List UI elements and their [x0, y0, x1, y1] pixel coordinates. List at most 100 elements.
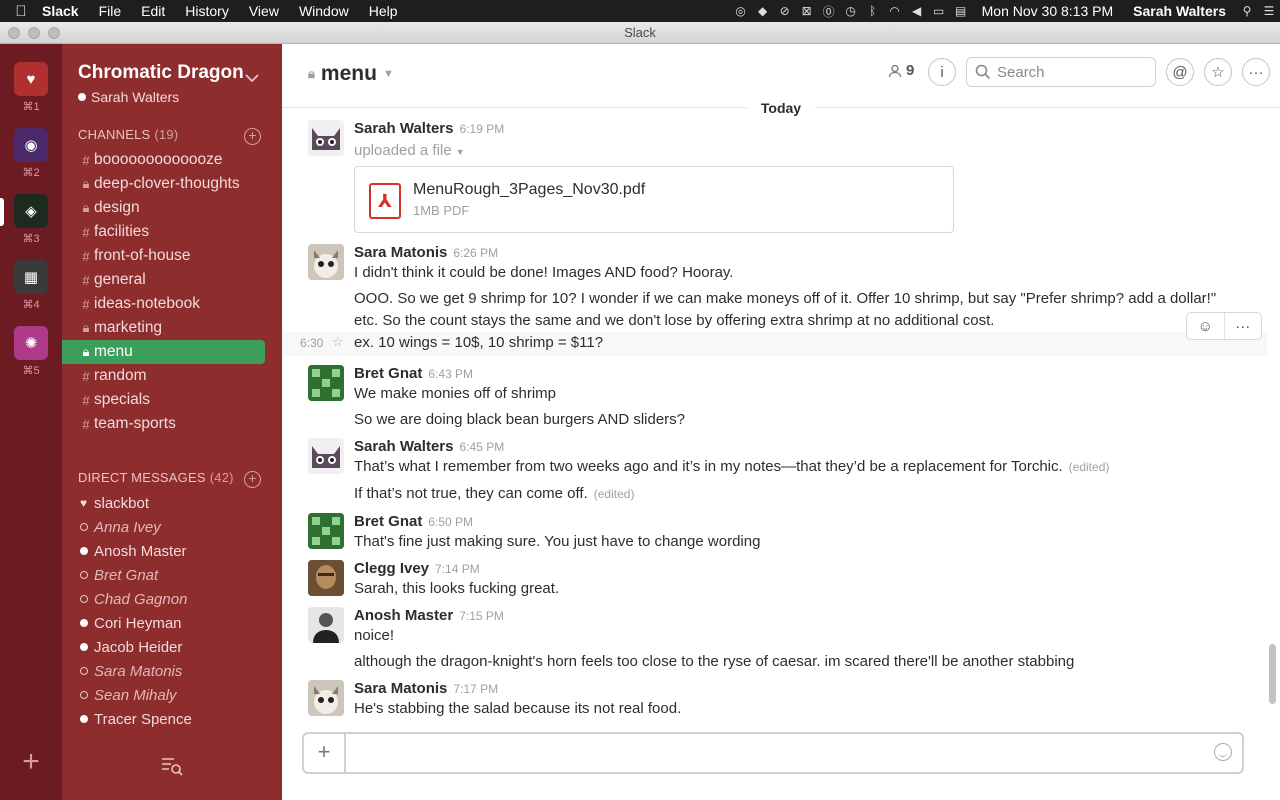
- file-name[interactable]: MenuRough_3Pages_Nov30.pdf: [413, 181, 645, 199]
- menu-help[interactable]: Help: [359, 0, 408, 22]
- dm-item[interactable]: Sara Matonis: [62, 659, 282, 683]
- channel-item[interactable]: # front-of-house: [62, 244, 282, 268]
- dm-item[interactable]: Sean Mihaly: [62, 683, 282, 707]
- team-2[interactable]: ◉ ⌘2: [14, 128, 48, 179]
- menubar-user[interactable]: Sarah Walters: [1123, 3, 1236, 19]
- add-channel-button[interactable]: +: [244, 128, 261, 145]
- star-icon[interactable]: ☆: [332, 334, 344, 350]
- channel-item[interactable]: # random: [62, 364, 282, 388]
- message-timestamp[interactable]: 7:14 PM: [435, 562, 480, 576]
- channel-title[interactable]: 🔒︎ menu ▼: [308, 62, 394, 86]
- team-name[interactable]: Chromatic Dragon: [78, 62, 244, 84]
- message-timestamp[interactable]: 6:45 PM: [460, 440, 505, 454]
- message-author[interactable]: Sara Matonis 6:26 PM: [354, 244, 498, 261]
- chevron-down-icon[interactable]: [244, 70, 260, 86]
- channel-item[interactable]: # facilities: [62, 220, 282, 244]
- menu-window[interactable]: Window: [289, 0, 359, 22]
- dm-item[interactable]: Anosh Master: [62, 539, 282, 563]
- info-icon[interactable]: i: [928, 58, 956, 86]
- current-user[interactable]: Sarah Walters: [78, 89, 179, 105]
- avatar[interactable]: [308, 120, 344, 156]
- avatar[interactable]: [308, 607, 344, 643]
- channels-header[interactable]: CHANNELS (19): [78, 127, 178, 142]
- tool-icon[interactable]: ⊠: [796, 0, 818, 22]
- channel-item[interactable]: # specials: [62, 388, 282, 412]
- team-5[interactable]: ✺ ⌘5: [14, 326, 48, 377]
- avatar[interactable]: [308, 680, 344, 716]
- dm-item[interactable]: Tracer Spence: [62, 707, 282, 731]
- message-timestamp[interactable]: 6:26 PM: [453, 246, 498, 260]
- avatar[interactable]: [308, 513, 344, 549]
- channel-item[interactable]: 🔒︎ marketing: [62, 316, 282, 340]
- add-dm-button[interactable]: +: [244, 471, 261, 488]
- mentions-icon[interactable]: @: [1166, 58, 1194, 86]
- menu-app[interactable]: Slack: [42, 0, 89, 22]
- dm-item[interactable]: Anna Ivey: [62, 515, 282, 539]
- member-count-button[interactable]: 9: [888, 62, 914, 79]
- scrollbar-thumb[interactable]: [1269, 644, 1276, 704]
- message-timestamp[interactable]: 7:17 PM: [453, 682, 498, 696]
- message-author[interactable]: Sara Matonis 7:17 PM: [354, 680, 498, 697]
- channel-item[interactable]: 🔒︎ deep-clover-thoughts: [62, 172, 282, 196]
- more-icon[interactable]: ···: [1242, 58, 1270, 86]
- dm-item[interactable]: Bret Gnat: [62, 563, 282, 587]
- avatar[interactable]: [308, 438, 344, 474]
- more-actions-icon[interactable]: ···: [1223, 313, 1262, 339]
- minimize-window-button[interactable]: [28, 27, 40, 39]
- team-3[interactable]: ◈ ⌘3: [14, 194, 48, 245]
- dm-item[interactable]: ♥ slackbot: [62, 491, 282, 515]
- message-timestamp[interactable]: 6:50 PM: [428, 515, 473, 529]
- channel-item[interactable]: # ideas-notebook: [62, 292, 282, 316]
- add-team-button[interactable]: +: [18, 747, 44, 777]
- search-input[interactable]: [997, 63, 1147, 81]
- menu-file[interactable]: File: [89, 0, 132, 22]
- menu-edit[interactable]: Edit: [131, 0, 175, 22]
- message-timestamp[interactable]: 6:43 PM: [428, 367, 473, 381]
- attach-plus-button[interactable]: +: [304, 734, 346, 772]
- message-timestamp[interactable]: 6:30: [300, 336, 323, 350]
- message-hover-row[interactable]: 6:30 ☆ ex. 10 wings = 10$, 10 shrimp = $…: [282, 332, 1267, 356]
- file-attachment[interactable]: ⅄ MenuRough_3Pages_Nov30.pdf 1MB PDF: [354, 166, 954, 233]
- team-4[interactable]: ▦ ⌘4: [14, 260, 48, 311]
- message-timestamp[interactable]: 6:19 PM: [460, 122, 505, 136]
- emoji-icon[interactable]: [1214, 743, 1232, 761]
- volume-icon[interactable]: ◀: [906, 0, 928, 22]
- menu-view[interactable]: View: [239, 0, 289, 22]
- dropbox-icon[interactable]: ◆: [752, 0, 774, 22]
- message-author[interactable]: Sarah Walters 6:19 PM: [354, 120, 504, 137]
- dm-item[interactable]: Chad Gagnon: [62, 587, 282, 611]
- do-not-disturb-icon[interactable]: ⊘: [774, 0, 796, 22]
- message-author[interactable]: Clegg Ivey 7:14 PM: [354, 560, 480, 577]
- message-timestamp[interactable]: 7:15 PM: [459, 609, 504, 623]
- dm-header[interactable]: DIRECT MESSAGES (42): [78, 470, 234, 485]
- search-box[interactable]: [966, 57, 1156, 87]
- bluetooth-icon[interactable]: ᛒ: [862, 0, 884, 22]
- battery-icon[interactable]: ▭: [928, 0, 950, 22]
- close-window-button[interactable]: [8, 27, 20, 39]
- spotlight-icon[interactable]: ⚲: [1236, 0, 1258, 22]
- wifi-icon[interactable]: ◠: [884, 0, 906, 22]
- channel-item[interactable]: # booooooooooooze: [62, 148, 282, 172]
- message-author[interactable]: Bret Gnat 6:43 PM: [354, 365, 473, 382]
- message-author[interactable]: Bret Gnat 6:50 PM: [354, 513, 473, 530]
- dm-item[interactable]: Jacob Heider: [62, 635, 282, 659]
- message-author[interactable]: Anosh Master 7:15 PM: [354, 607, 504, 624]
- menu-history[interactable]: History: [175, 0, 239, 22]
- channel-item[interactable]: 🔒︎ design: [62, 196, 282, 220]
- avatar[interactable]: [308, 560, 344, 596]
- zoom-window-button[interactable]: [48, 27, 60, 39]
- message-input[interactable]: [356, 742, 1196, 764]
- creative-cloud-icon[interactable]: ◎: [730, 0, 752, 22]
- avatar[interactable]: [308, 244, 344, 280]
- input-flag-icon[interactable]: ▤: [950, 0, 972, 22]
- apple-menu-icon[interactable]: : [0, 3, 42, 20]
- add-reaction-icon[interactable]: ☺: [1187, 313, 1224, 339]
- notification-center-icon[interactable]: ☰: [1258, 0, 1280, 22]
- dm-item[interactable]: Cori Heyman: [62, 611, 282, 635]
- channel-item[interactable]: # team-sports: [62, 412, 282, 436]
- quick-switcher-icon[interactable]: [160, 754, 184, 778]
- team-1[interactable]: ♥ ⌘1: [14, 62, 48, 113]
- menubar-clock[interactable]: Mon Nov 30 8:13 PM: [972, 3, 1124, 19]
- star-icon[interactable]: ☆: [1204, 58, 1232, 86]
- accessibility-icon[interactable]: ⓪: [818, 0, 840, 22]
